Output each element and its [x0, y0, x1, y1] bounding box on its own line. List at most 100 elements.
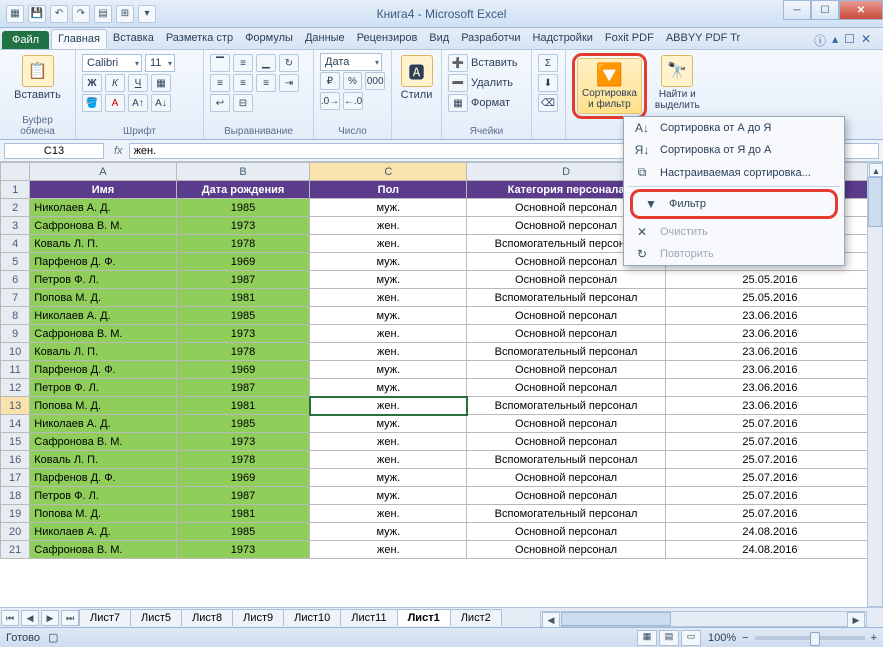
row-header[interactable]: 4	[1, 235, 30, 253]
qat-btn-1[interactable]: ▤	[94, 5, 112, 23]
font-color-button[interactable]: A	[105, 94, 125, 112]
row-header[interactable]: 1	[1, 181, 30, 199]
cell[interactable]: Сафронова В. М.	[30, 217, 176, 235]
vertical-scrollbar[interactable]: ▲	[867, 162, 883, 607]
align-middle-button[interactable]: ≡	[233, 54, 253, 72]
undo-icon[interactable]: ↶	[50, 5, 68, 23]
sheet-nav-next[interactable]: ▶	[41, 610, 59, 626]
restore-window-icon[interactable]: ☐	[844, 32, 855, 49]
cell[interactable]: 25.07.2016	[665, 415, 874, 433]
cell[interactable]: Коваль Л. П.	[30, 343, 176, 361]
zoom-level[interactable]: 100%	[708, 632, 736, 644]
cell[interactable]: 25.07.2016	[665, 469, 874, 487]
cell[interactable]: Парфенов Д. Ф.	[30, 253, 176, 271]
ribbon-tab[interactable]: Вид	[423, 29, 455, 49]
format-cell-button[interactable]: Формат	[471, 97, 510, 109]
cell[interactable]: жен.	[310, 235, 467, 253]
cell[interactable]: 1978	[176, 451, 310, 469]
excel-icon[interactable]: ▦	[6, 5, 24, 23]
paste-button[interactable]: 📋 Вставить	[6, 53, 69, 103]
sort-asc-item[interactable]: A↓ Сортировка от А до Я	[624, 117, 844, 139]
cell[interactable]: 23.06.2016	[665, 325, 874, 343]
cell[interactable]: муж.	[310, 199, 467, 217]
cell[interactable]: 1987	[176, 379, 310, 397]
cell[interactable]: Петров Ф. Л.	[30, 379, 176, 397]
cell[interactable]: Коваль Л. П.	[30, 451, 176, 469]
normal-view-button[interactable]: ▦	[637, 630, 657, 646]
cell[interactable]: 23.06.2016	[665, 379, 874, 397]
cell[interactable]: 1973	[176, 541, 310, 559]
cell[interactable]: 23.06.2016	[665, 397, 874, 415]
autosum-button[interactable]: Σ	[538, 54, 558, 72]
cell[interactable]: 1985	[176, 415, 310, 433]
filter-item[interactable]: ▼ Фильтр	[633, 193, 835, 215]
cell[interactable]: жен.	[310, 451, 467, 469]
row-header[interactable]: 14	[1, 415, 30, 433]
name-box[interactable]: C13	[4, 143, 104, 159]
sheet-nav-last[interactable]: ⏭	[61, 610, 79, 626]
cell[interactable]: 23.06.2016	[665, 361, 874, 379]
sheet-tab[interactable]: Лист11	[340, 609, 397, 626]
ribbon-tab[interactable]: ABBYY PDF Tr	[660, 29, 746, 49]
row-header[interactable]: 19	[1, 505, 30, 523]
file-tab[interactable]: Файл	[2, 31, 49, 49]
align-top-button[interactable]: ▔	[210, 54, 230, 72]
header-cell[interactable]: Пол	[310, 181, 467, 199]
find-select-button[interactable]: 🔭 Найти и выделить	[651, 53, 704, 119]
cell[interactable]: муж.	[310, 379, 467, 397]
clear-button[interactable]: ⌫	[538, 94, 558, 112]
cell[interactable]: жен.	[310, 325, 467, 343]
cell[interactable]: муж.	[310, 487, 467, 505]
font-size-combo[interactable]: 11	[145, 54, 175, 72]
cell[interactable]: Попова М. Д.	[30, 289, 176, 307]
cell[interactable]: Основной персонал	[467, 415, 666, 433]
row-header[interactable]: 16	[1, 451, 30, 469]
cell[interactable]: 1969	[176, 361, 310, 379]
cell[interactable]: 1973	[176, 433, 310, 451]
maximize-button[interactable]: ☐	[811, 0, 839, 20]
cell[interactable]: 25.07.2016	[665, 487, 874, 505]
fill-color-button[interactable]: 🪣	[82, 94, 102, 112]
sheet-nav-prev[interactable]: ◀	[21, 610, 39, 626]
italic-button[interactable]: К	[105, 74, 125, 92]
shrink-font-button[interactable]: A↓	[151, 94, 171, 112]
cell[interactable]: жен.	[310, 505, 467, 523]
fx-icon[interactable]: fx	[108, 145, 129, 157]
cell[interactable]: Сафронова В. М.	[30, 541, 176, 559]
sheet-tab[interactable]: Лист5	[130, 609, 182, 626]
cell[interactable]: 25.07.2016	[665, 451, 874, 469]
col-header-c[interactable]: C	[310, 163, 467, 181]
comma-button[interactable]: 000	[365, 72, 385, 90]
ribbon-tab[interactable]: Вставка	[107, 29, 160, 49]
col-header-b[interactable]: B	[176, 163, 310, 181]
align-bottom-button[interactable]: ▁	[256, 54, 276, 72]
header-cell[interactable]: Дата рождения	[176, 181, 310, 199]
cell[interactable]: 23.06.2016	[665, 307, 874, 325]
number-format-combo[interactable]: Дата	[320, 53, 382, 71]
cell[interactable]: 1985	[176, 307, 310, 325]
cell[interactable]: Попова М. Д.	[30, 505, 176, 523]
align-right-button[interactable]: ≡	[256, 74, 276, 92]
sheet-tab[interactable]: Лист10	[283, 609, 341, 626]
qat-more-icon[interactable]: ▾	[138, 5, 156, 23]
row-header[interactable]: 11	[1, 361, 30, 379]
minimize-button[interactable]: ─	[783, 0, 811, 20]
cell[interactable]: 24.08.2016	[665, 523, 874, 541]
ribbon-tab[interactable]: Разработчи	[455, 29, 526, 49]
delete-cell-button[interactable]: Удалить	[471, 77, 513, 89]
percent-button[interactable]: %	[343, 72, 363, 90]
cell[interactable]: 25.05.2016	[665, 271, 874, 289]
cell[interactable]: Основной персонал	[467, 361, 666, 379]
cell[interactable]: Николаев А. Д.	[30, 199, 176, 217]
header-cell[interactable]: Имя	[30, 181, 176, 199]
row-header[interactable]: 20	[1, 523, 30, 541]
cell[interactable]: 1987	[176, 271, 310, 289]
cell[interactable]: 1978	[176, 235, 310, 253]
ribbon-tab[interactable]: Формулы	[239, 29, 299, 49]
cell[interactable]: 1981	[176, 505, 310, 523]
cell[interactable]: 1981	[176, 289, 310, 307]
sheet-tab[interactable]: Лист9	[232, 609, 284, 626]
cell[interactable]: 23.06.2016	[665, 343, 874, 361]
styles-button[interactable]: 🅰 Стили	[398, 53, 435, 103]
zoom-in-button[interactable]: +	[871, 632, 877, 644]
